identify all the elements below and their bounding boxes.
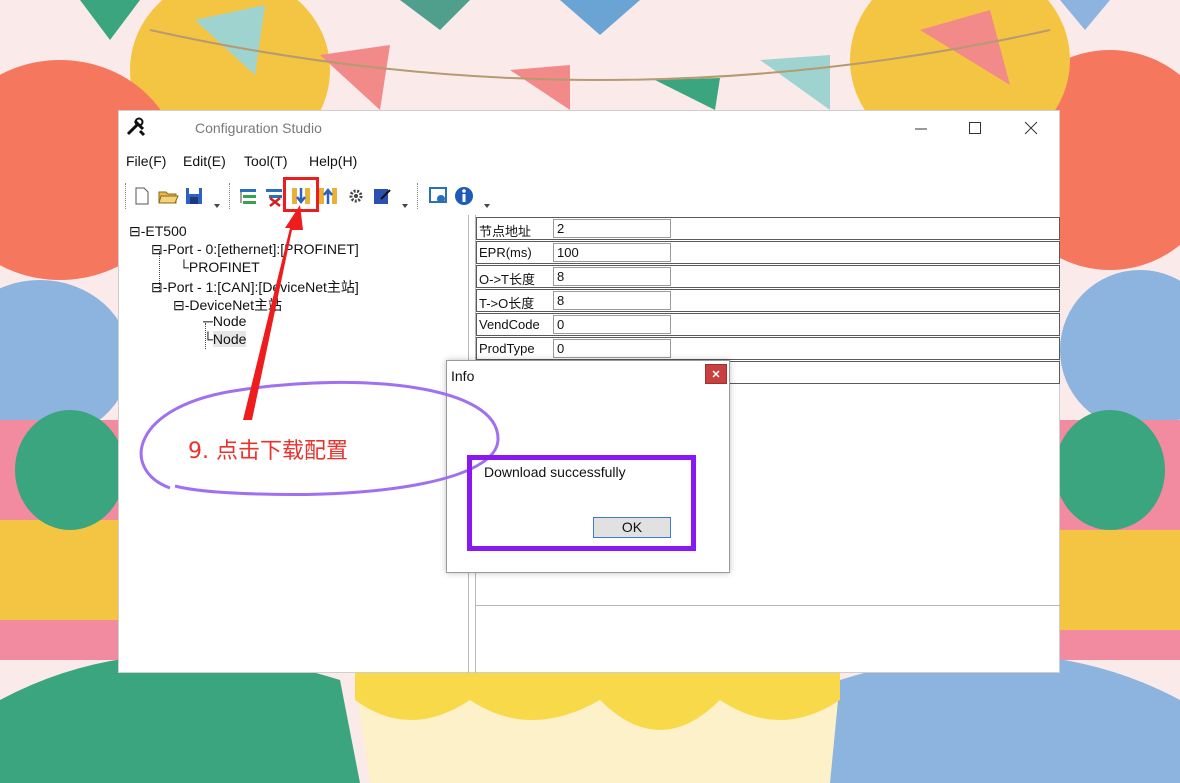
tree-node-profinet[interactable]: └PROFINET [179,259,260,275]
prop-row-to-length: T->O长度 8 [476,289,1060,312]
tree-node-et500[interactable]: ⊟-ET500 [129,223,187,240]
minimize-button[interactable] [901,115,941,141]
device-tree: ⊟-ET500 ⊟-Port - 0:[ethernet]:[PROFINET]… [119,215,469,673]
prop-value-input[interactable]: 100 [553,243,671,262]
ok-button[interactable]: OK [593,517,671,538]
open-folder-icon[interactable] [157,185,179,207]
toolbar-grip [125,183,128,209]
new-file-icon[interactable] [131,185,153,207]
prop-value-input[interactable]: 0 [553,315,671,334]
tree-label-node2: Node [212,331,247,347]
maximize-button[interactable] [955,115,995,141]
monitor-icon[interactable] [427,185,449,207]
upload-config-icon[interactable] [317,185,339,207]
prop-value-input[interactable]: 8 [553,291,671,310]
prop-value-input[interactable]: 0 [553,339,671,358]
toolbar-dropdown-icon[interactable] [213,203,221,209]
edit-icon[interactable] [371,185,393,207]
tree-node-devicenet[interactable]: ⊟-DeviceNet主站 [173,295,282,315]
prop-row-vendcode: VendCode 0 [476,313,1060,336]
prop-row-prodtype: ProdType 0 [476,337,1060,360]
toolbar-dropdown-icon-2[interactable] [401,203,409,209]
dialog-title: Info [451,368,475,384]
menu-edit[interactable]: Edit(E) [183,153,226,169]
minimize-icon [915,128,927,130]
toolbar-separator-2 [417,183,420,209]
dialog-close-button[interactable] [705,364,727,384]
prop-value-input[interactable]: 2 [553,219,671,238]
prop-label: VendCode [479,317,540,332]
menu-tool[interactable]: Tool(T) [244,153,288,169]
close-button[interactable] [1011,115,1051,141]
close-icon [712,370,720,378]
tree-label-root: ET500 [145,223,187,239]
prop-value-input[interactable]: 8 [553,267,671,286]
maximize-icon [969,122,981,134]
toolbar [119,179,1059,213]
prop-label: 节点地址 [479,224,532,239]
prop-label: ProdType [479,341,535,356]
prop-label: EPR(ms) [479,245,532,260]
delete-device-icon[interactable] [263,185,285,207]
tree-label-port1: Port - 1:[CAN]:[DeviceNet主站] [167,279,359,295]
tools-icon [126,117,146,137]
toolbar-dropdown-icon-3[interactable] [483,203,491,209]
prop-row-ot-length: O->T长度 8 [476,265,1060,288]
tree-label-profinet: PROFINET [188,259,260,275]
tree-label-devicenet: DeviceNet主站 [189,297,282,313]
prop-row-epr: EPR(ms) 100 [476,241,1060,264]
output-panel [476,605,1060,674]
tree-node-port1[interactable]: ⊟-Port - 1:[CAN]:[DeviceNet主站] [151,277,359,297]
menu-help[interactable]: Help(H) [309,153,357,169]
add-device-icon[interactable] [237,185,259,207]
tree-node-port0[interactable]: ⊟-Port - 0:[ethernet]:[PROFINET] [151,241,359,258]
dialog-message: Download successfully [484,464,626,480]
tree-label-node1: Node [212,313,247,329]
info-icon[interactable] [453,185,475,207]
download-config-icon[interactable] [290,185,312,207]
prop-label: T->O长度 [479,296,535,311]
prop-label: O->T长度 [479,272,535,287]
toolbar-separator [229,183,232,209]
tree-node-node2[interactable]: └Node [203,331,247,347]
tree-label-port0: Port - 0:[ethernet]:[PROFINET] [167,241,359,257]
title-bar[interactable]: Configuration Studio [119,111,1059,145]
close-icon [1024,121,1038,135]
tree-node-node1[interactable]: ─Node [203,313,246,329]
settings-gear-icon[interactable] [345,185,367,207]
window-title: Configuration Studio [195,120,322,136]
info-dialog: Info Download successfully OK [446,360,730,573]
save-icon[interactable] [183,185,205,207]
menu-file[interactable]: File(F) [126,153,166,169]
prop-row-address: 节点地址 2 [476,217,1060,240]
